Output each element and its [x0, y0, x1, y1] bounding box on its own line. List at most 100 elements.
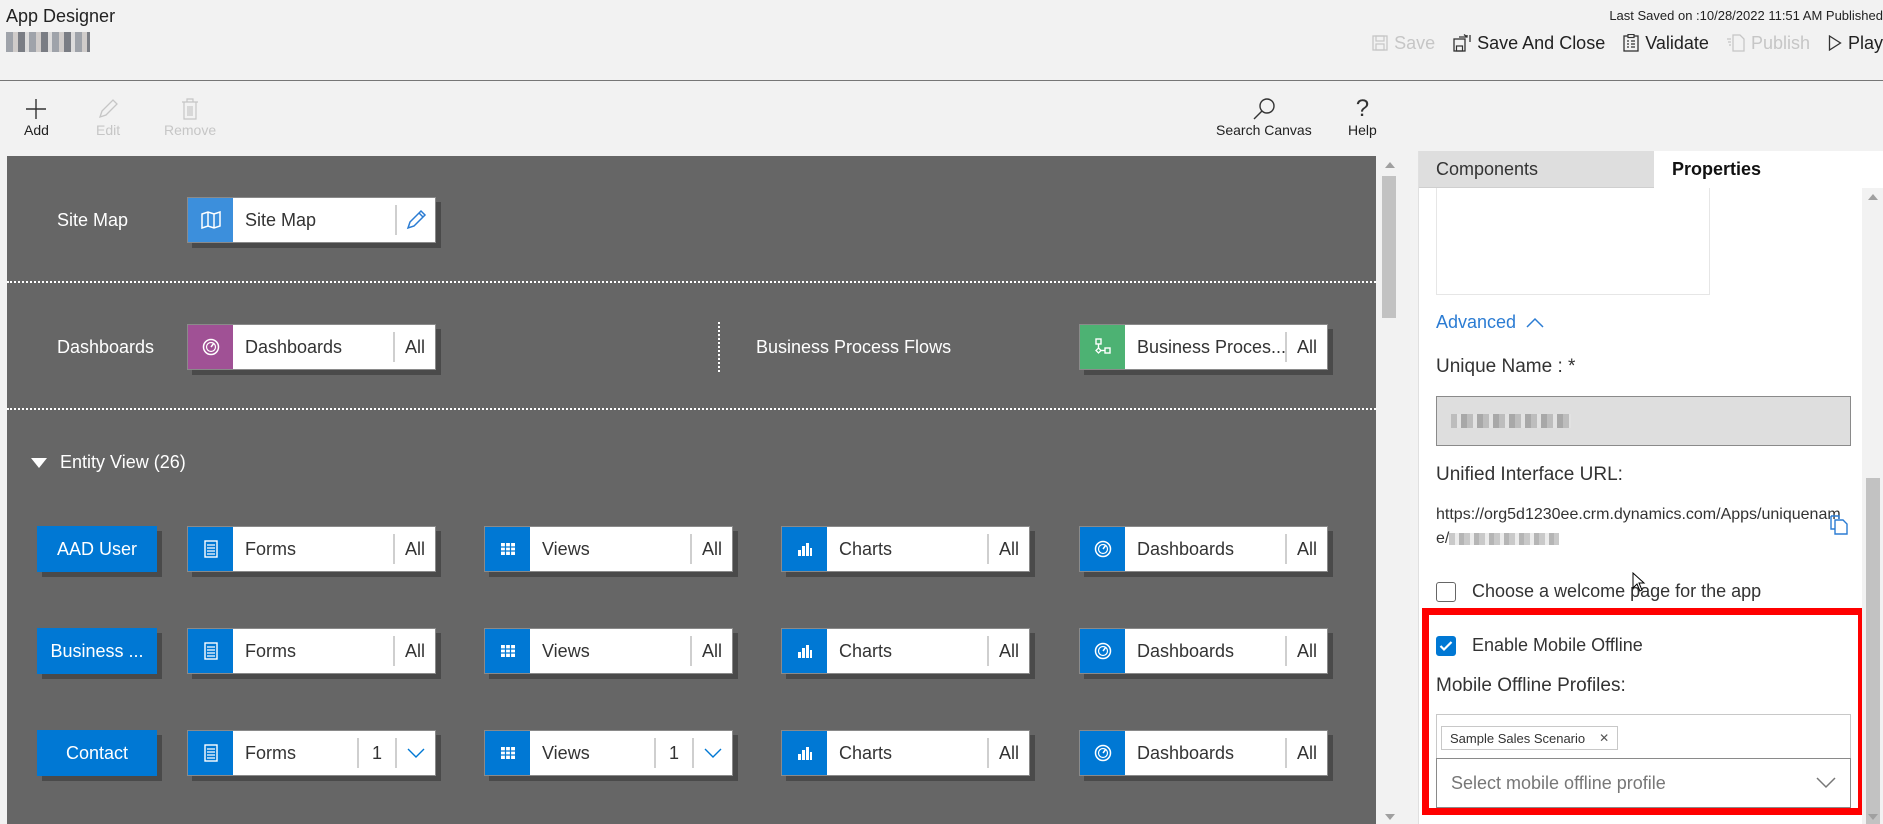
- entity-button[interactable]: Contact: [37, 730, 157, 776]
- save-button[interactable]: Save: [1372, 33, 1435, 54]
- forms-count[interactable]: All: [395, 527, 435, 571]
- last-saved-status: Last Saved on :10/28/2022 11:51 AM Publi…: [1609, 8, 1883, 23]
- search-canvas-button[interactable]: Search Canvas: [1216, 96, 1312, 138]
- site-map-tile[interactable]: Site Map: [187, 197, 436, 243]
- add-button[interactable]: Add: [24, 96, 49, 138]
- copy-icon[interactable]: [1830, 515, 1848, 540]
- section-divider: [7, 281, 1376, 283]
- unique-name-field[interactable]: [1436, 396, 1851, 446]
- chevron-down-icon[interactable]: [694, 731, 732, 775]
- app-title: App Designer: [6, 6, 116, 26]
- forms-tile-label: Forms: [245, 742, 296, 763]
- scroll-down-arrow-icon[interactable]: [1385, 814, 1395, 820]
- pencil-icon: [406, 209, 427, 230]
- forms-tile[interactable]: Forms All: [187, 526, 436, 572]
- chevron-down-icon[interactable]: [397, 731, 435, 775]
- welcome-page-label: Choose a welcome page for the app: [1472, 581, 1762, 601]
- views-tile-label: Views: [542, 538, 590, 559]
- dashboards-count[interactable]: All: [1287, 731, 1327, 775]
- form-icon: [188, 629, 233, 673]
- save-and-close-button[interactable]: Save And Close: [1453, 33, 1605, 54]
- advanced-toggle[interactable]: Advanced: [1436, 312, 1544, 333]
- clipboard-checklist-icon: [1623, 34, 1639, 52]
- bpf-count[interactable]: All: [1287, 325, 1327, 369]
- tab-components[interactable]: Components: [1419, 151, 1654, 188]
- panel-scrollbar[interactable]: [1862, 188, 1883, 824]
- charts-tile[interactable]: Charts All: [781, 526, 1030, 572]
- scrollbar-thumb[interactable]: [1382, 176, 1396, 318]
- views-tile-label: Views: [542, 742, 590, 763]
- map-icon: [188, 198, 233, 242]
- edit-button[interactable]: Edit: [96, 96, 120, 138]
- advanced-label: Advanced: [1436, 312, 1517, 332]
- welcome-page-checkbox-row[interactable]: Choose a welcome page for the app: [1436, 581, 1761, 602]
- views-tile[interactable]: Views 1: [484, 730, 733, 776]
- publish-button[interactable]: Publish: [1726, 33, 1810, 54]
- entity-button[interactable]: Business ...: [37, 628, 157, 674]
- mobile-offline-checkbox-row[interactable]: Enable Mobile Offline: [1436, 635, 1643, 656]
- validate-label: Validate: [1645, 32, 1709, 53]
- views-count[interactable]: 1: [656, 731, 692, 775]
- scroll-down-arrow-icon[interactable]: [1868, 814, 1878, 820]
- tab-properties[interactable]: Properties: [1654, 151, 1883, 188]
- forms-tile[interactable]: Forms All: [187, 628, 436, 674]
- entity-view-toggle[interactable]: Entity View (26): [30, 452, 186, 473]
- header-divider: [0, 80, 1883, 81]
- dashboards-tile[interactable]: Dashboards All: [1079, 730, 1328, 776]
- entity-button[interactable]: AAD User: [37, 526, 157, 572]
- description-box[interactable]: [1436, 188, 1710, 295]
- play-icon: [1828, 35, 1842, 51]
- gauge-icon: [1080, 527, 1125, 571]
- grid-view-icon: [485, 629, 530, 673]
- dashboards-count[interactable]: All: [1287, 629, 1327, 673]
- charts-count[interactable]: All: [989, 629, 1029, 673]
- dashboards-count[interactable]: All: [1287, 527, 1327, 571]
- charts-tile[interactable]: Charts All: [781, 628, 1030, 674]
- mobile-offline-profile-select[interactable]: Select mobile offline profile: [1436, 758, 1851, 808]
- dashboards-tile[interactable]: Dashboards All: [1079, 628, 1328, 674]
- views-tile[interactable]: Views All: [484, 526, 733, 572]
- scrollbar-thumb[interactable]: [1866, 478, 1880, 824]
- search-icon: [1252, 96, 1276, 122]
- mouse-cursor-icon: [1632, 571, 1646, 597]
- views-count[interactable]: All: [692, 527, 732, 571]
- dashboards-label: Dashboards: [57, 337, 155, 357]
- views-tile[interactable]: Views All: [484, 628, 733, 674]
- mobile-offline-checkbox[interactable]: [1436, 635, 1456, 656]
- views-count[interactable]: All: [692, 629, 732, 673]
- charts-count[interactable]: All: [989, 731, 1029, 775]
- bpf-tile[interactable]: Business Proces... All: [1079, 324, 1328, 370]
- validate-button[interactable]: Validate: [1623, 33, 1709, 54]
- unified-url-value: https://org5d1230ee.crm.dynamics.com/App…: [1436, 503, 1846, 551]
- scroll-up-arrow-icon[interactable]: [1868, 194, 1878, 200]
- dashboards-tile[interactable]: Dashboards All: [1079, 526, 1328, 572]
- canvas-scrollbar[interactable]: [1380, 156, 1398, 824]
- remove-button[interactable]: Remove: [164, 96, 216, 138]
- dashboards-count[interactable]: All: [395, 325, 435, 369]
- forms-count[interactable]: 1: [359, 731, 395, 775]
- forms-tile[interactable]: Forms 1: [187, 730, 436, 776]
- play-button[interactable]: Play: [1828, 33, 1883, 54]
- forms-count[interactable]: All: [395, 629, 435, 673]
- app-name-redacted: [6, 32, 90, 52]
- scroll-up-arrow-icon[interactable]: [1385, 162, 1395, 168]
- selected-profiles-box: Sample Sales Scenario ✕: [1436, 714, 1851, 758]
- play-label: Play: [1847, 32, 1883, 53]
- save-close-icon: [1453, 34, 1471, 52]
- help-button[interactable]: ? Help: [1348, 95, 1377, 138]
- bpf-tile-label: Business Proces...: [1137, 336, 1285, 357]
- welcome-page-checkbox[interactable]: [1436, 581, 1456, 602]
- form-icon: [188, 731, 233, 775]
- charts-tile[interactable]: Charts All: [781, 730, 1030, 776]
- redacted-value: [1449, 532, 1560, 545]
- entity-view-label: Entity View (26): [60, 452, 186, 472]
- site-map-label: Site Map: [57, 210, 129, 230]
- edit-site-map-button[interactable]: [397, 198, 435, 242]
- charts-tile-label: Charts: [839, 640, 893, 661]
- publish-icon: [1726, 34, 1745, 52]
- charts-count[interactable]: All: [989, 527, 1029, 571]
- dashboards-tile[interactable]: Dashboards All: [187, 324, 436, 370]
- remove-tag-icon[interactable]: ✕: [1599, 731, 1609, 745]
- mobile-offline-profiles-label: Mobile Offline Profiles:: [1436, 675, 1626, 696]
- trash-icon: [181, 96, 199, 122]
